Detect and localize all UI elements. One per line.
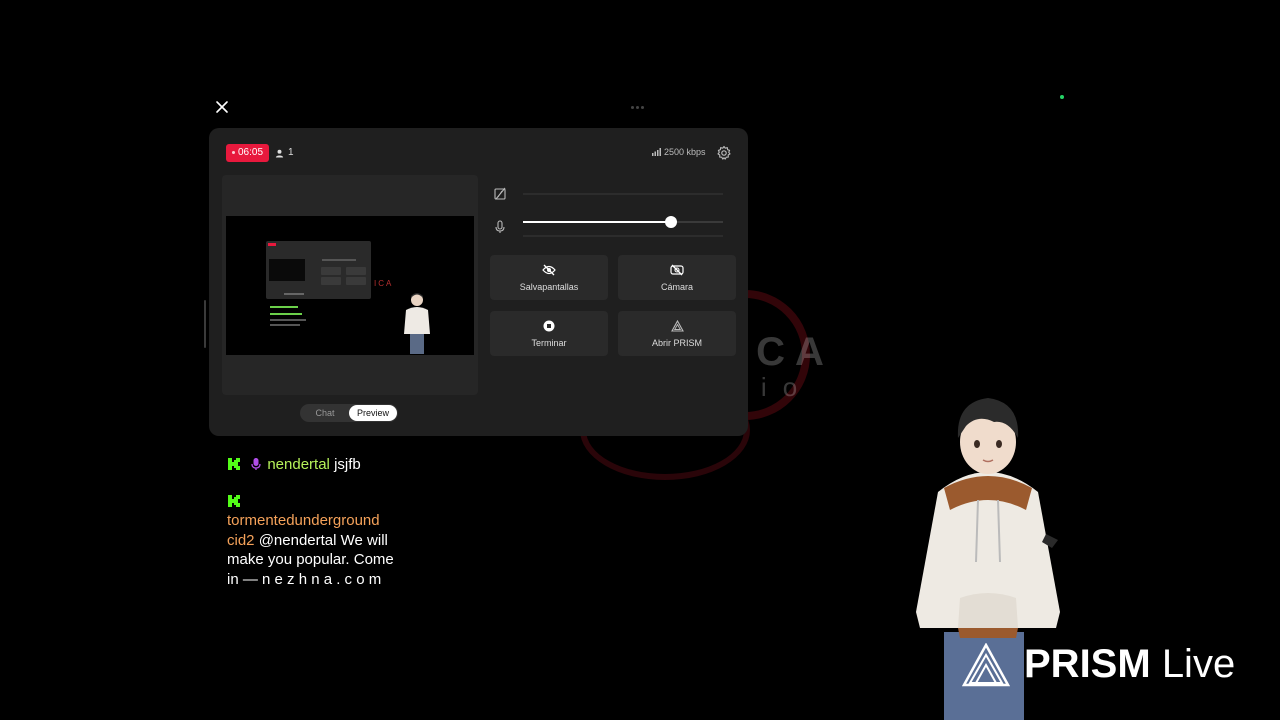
end-stream-button[interactable]: Terminar	[490, 311, 608, 356]
desktop-audio-meter	[523, 193, 723, 195]
kick-icon	[228, 458, 240, 470]
stream-control-panel: 06:05 1 2500 kbps ICA Chat Preview Salva…	[209, 128, 748, 436]
stop-icon	[543, 320, 555, 331]
gear-icon	[717, 145, 731, 160]
speaker-off-icon[interactable]	[492, 186, 508, 202]
chat-text: jsjfb	[334, 456, 361, 473]
status-dot	[1060, 95, 1064, 99]
prism-wordmark-bold: PRISM	[1024, 642, 1151, 686]
microphone-icon	[251, 458, 261, 470]
chat-log: nendertal jsjfb tormentedunderground cid…	[227, 455, 407, 589]
camera-off-icon	[670, 264, 684, 275]
bitrate-indicator: 2500 kbps	[652, 147, 706, 157]
microphone-icon[interactable]	[492, 219, 508, 235]
preview-avatar-thumbnail	[404, 293, 430, 354]
close-icon	[216, 101, 228, 113]
prism-logo	[962, 643, 1010, 687]
person-icon	[275, 149, 284, 158]
prism-wordmark-light: Live	[1161, 642, 1236, 686]
preview-brand-thumbnail: ICA	[374, 279, 394, 288]
chat-preview-toggle: Chat Preview	[300, 404, 398, 422]
preview-area: ICA	[222, 175, 478, 395]
chat-message: nendertal jsjfb	[227, 455, 407, 475]
end-stream-label: Terminar	[531, 337, 567, 348]
prism-live-wordmark: PRISM Live	[1024, 642, 1235, 687]
open-prism-label: Abrir PRISM	[651, 337, 702, 348]
prism-icon	[670, 319, 684, 332]
screensaver-label: Salvapantallas	[519, 281, 579, 292]
eye-off-icon	[542, 264, 556, 275]
settings-button[interactable]	[716, 145, 732, 161]
chat-username[interactable]: nendertal	[267, 456, 330, 473]
camera-button[interactable]: Cámara	[618, 255, 736, 300]
signal-icon	[652, 148, 661, 156]
preview-panel-thumbnail	[266, 241, 371, 299]
live-timer-badge: 06:05	[226, 144, 270, 162]
mic-volume-fill	[523, 221, 671, 223]
tab-preview[interactable]: Preview	[349, 405, 397, 421]
viewer-count-value: 1	[288, 147, 294, 158]
chat-message: tormentedunderground cid2 @nendertal We …	[227, 492, 407, 590]
scrollbar[interactable]	[204, 300, 206, 348]
background-brand-text: ICA	[735, 330, 834, 374]
live-time: 06:05	[238, 147, 264, 158]
drag-handle[interactable]	[631, 96, 651, 109]
mic-level-meter	[523, 235, 723, 237]
camera-label: Cámara	[660, 281, 693, 292]
bitrate-value: 2500 kbps	[664, 147, 706, 157]
kick-icon	[228, 494, 240, 507]
tab-chat[interactable]: Chat	[302, 404, 348, 422]
screensaver-button[interactable]: Salvapantallas	[490, 255, 608, 300]
viewer-count: 1	[275, 144, 294, 162]
close-button[interactable]	[210, 95, 234, 119]
open-prism-button[interactable]: Abrir PRISM	[618, 311, 736, 356]
live-dot-icon	[232, 150, 235, 154]
stream-preview[interactable]: ICA	[226, 216, 474, 355]
mic-volume-thumb[interactable]	[665, 216, 677, 228]
